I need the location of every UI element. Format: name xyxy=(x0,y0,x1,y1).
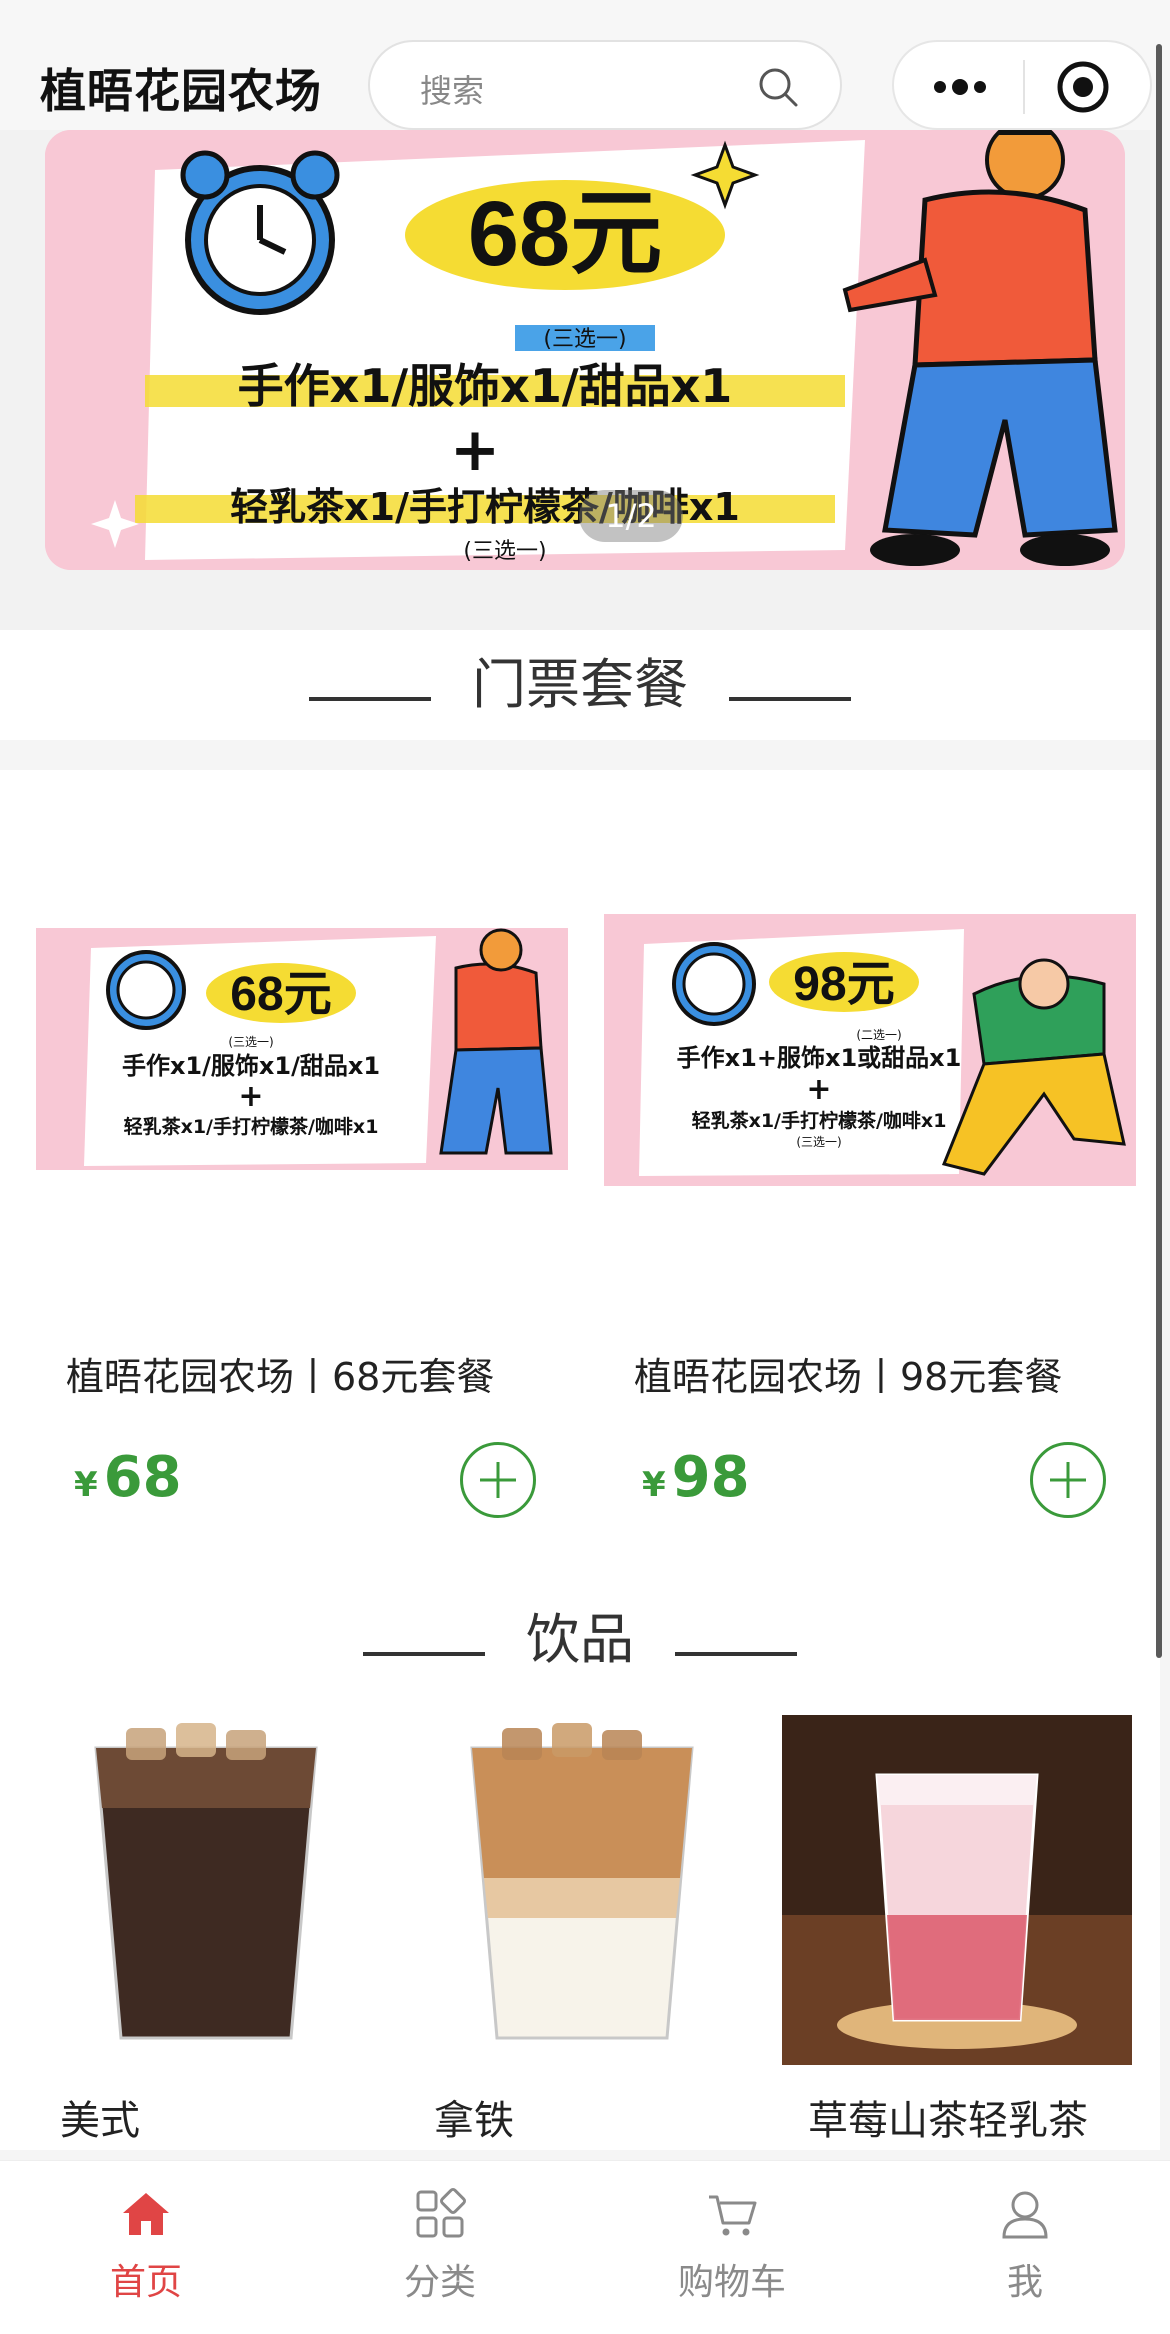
drink-name[interactable]: 拿铁 xyxy=(434,2088,514,2146)
drink-image[interactable] xyxy=(56,1708,356,2058)
package-name[interactable]: 植晤花园农场丨68元套餐 xyxy=(66,1346,494,1401)
tab-cart[interactable]: 购物车 xyxy=(642,2187,822,2305)
app-title: 植晤花园农场 xyxy=(40,64,322,118)
home-icon xyxy=(123,2193,169,2235)
close-target-icon[interactable] xyxy=(1056,60,1110,114)
section-line-right xyxy=(675,1651,798,1656)
section-line-left xyxy=(362,1651,485,1656)
search-icon xyxy=(759,68,798,107)
bottom-tab-bar: 首页 分类 购物车 我 xyxy=(0,2160,1170,2334)
svg-text:(三选一): (三选一) xyxy=(796,1135,841,1149)
svg-text:98元: 98元 xyxy=(793,958,894,1011)
section-header-drinks: 饮品 xyxy=(0,1590,1160,1690)
drink-image[interactable] xyxy=(432,1708,732,2058)
more-icon[interactable] xyxy=(930,70,990,104)
svg-text:+: + xyxy=(450,415,500,485)
category-icon xyxy=(416,2188,466,2238)
svg-text:手作x1+服饰x1或甜品x1: 手作x1+服饰x1或甜品x1 xyxy=(677,1044,962,1072)
banner-area: 68元 (三选一) 手作x1/服饰x1/甜品x1 + 轻乳茶x1/手打柠檬茶/咖… xyxy=(0,130,1160,630)
drink-image[interactable] xyxy=(782,1715,1132,2065)
drink-name[interactable]: 美式 xyxy=(60,2088,140,2146)
drink-name[interactable]: 草莓山茶轻乳茶 xyxy=(808,2088,1088,2146)
tab-label: 我 xyxy=(1006,2262,1043,2303)
carousel-pager: 1/2 xyxy=(579,490,683,542)
svg-text:(三选一): (三选一) xyxy=(463,539,546,564)
currency-symbol: ¥ xyxy=(642,1465,666,1505)
svg-text:手作x1/服饰x1/甜品x1: 手作x1/服饰x1/甜品x1 xyxy=(238,359,733,413)
add-to-cart-button[interactable] xyxy=(1030,1442,1106,1518)
svg-text:轻乳茶x1/手打柠檬茶/咖啡x1: 轻乳茶x1/手打柠檬茶/咖啡x1 xyxy=(124,1115,379,1138)
section-line-left xyxy=(308,696,431,701)
price-value: 68 xyxy=(103,1445,182,1510)
svg-text:(二选一): (二选一) xyxy=(856,1028,901,1042)
scrollbar[interactable] xyxy=(1156,44,1162,1658)
alarm-clock-illustration xyxy=(180,150,340,315)
user-icon xyxy=(1002,2191,1048,2239)
svg-text:68元: 68元 xyxy=(468,183,662,285)
miniapp-capsule xyxy=(892,40,1152,130)
tab-home[interactable]: 首页 xyxy=(56,2187,236,2305)
currency-symbol: ¥ xyxy=(74,1465,98,1505)
svg-text:68元: 68元 xyxy=(230,968,331,1021)
section-title-tickets: 门票套餐 xyxy=(472,653,688,716)
capsule-divider xyxy=(1023,60,1025,114)
cart-icon xyxy=(709,2195,757,2236)
add-to-cart-button[interactable] xyxy=(460,1442,536,1518)
svg-text:轻乳茶x1/手打柠檬茶/咖啡x1: 轻乳茶x1/手打柠檬茶/咖啡x1 xyxy=(692,1109,947,1132)
search-input[interactable]: 搜索 xyxy=(368,40,842,130)
section-header-tickets: 门票套餐 xyxy=(0,630,1160,740)
package-price: ¥98 xyxy=(642,1445,750,1510)
tab-me[interactable]: 我 xyxy=(935,2187,1115,2305)
package-name[interactable]: 植晤花园农场丨98元套餐 xyxy=(634,1346,1062,1401)
search-placeholder: 搜索 xyxy=(420,72,485,110)
section-line-right xyxy=(729,696,852,701)
price-value: 98 xyxy=(671,1445,750,1510)
package-image[interactable]: 68元 (三选一) 手作x1/服饰x1/甜品x1 + 轻乳茶x1/手打柠檬茶/咖… xyxy=(36,928,568,1170)
tab-category[interactable]: 分类 xyxy=(350,2187,530,2305)
banner-carousel[interactable]: 68元 (三选一) 手作x1/服饰x1/甜品x1 + 轻乳茶x1/手打柠檬茶/咖… xyxy=(45,130,1125,570)
svg-text:+: + xyxy=(238,1079,263,1114)
tab-label: 首页 xyxy=(109,2262,182,2303)
top-header: 植晤花园农场 搜索 xyxy=(0,0,1170,150)
svg-text:(三选一): (三选一) xyxy=(228,1035,273,1049)
package-image[interactable]: 98元 (二选一) 手作x1+服饰x1或甜品x1 + 轻乳茶x1/手打柠檬茶/咖… xyxy=(604,914,1136,1186)
package-price: ¥68 xyxy=(74,1445,182,1510)
section-title-drinks: 饮品 xyxy=(526,1608,634,1671)
svg-text:手作x1/服饰x1/甜品x1: 手作x1/服饰x1/甜品x1 xyxy=(122,1052,380,1080)
tab-label: 分类 xyxy=(403,2262,476,2303)
svg-text:(三选一): (三选一) xyxy=(543,327,626,352)
tab-label: 购物车 xyxy=(677,2262,786,2303)
svg-text:+: + xyxy=(806,1072,831,1107)
